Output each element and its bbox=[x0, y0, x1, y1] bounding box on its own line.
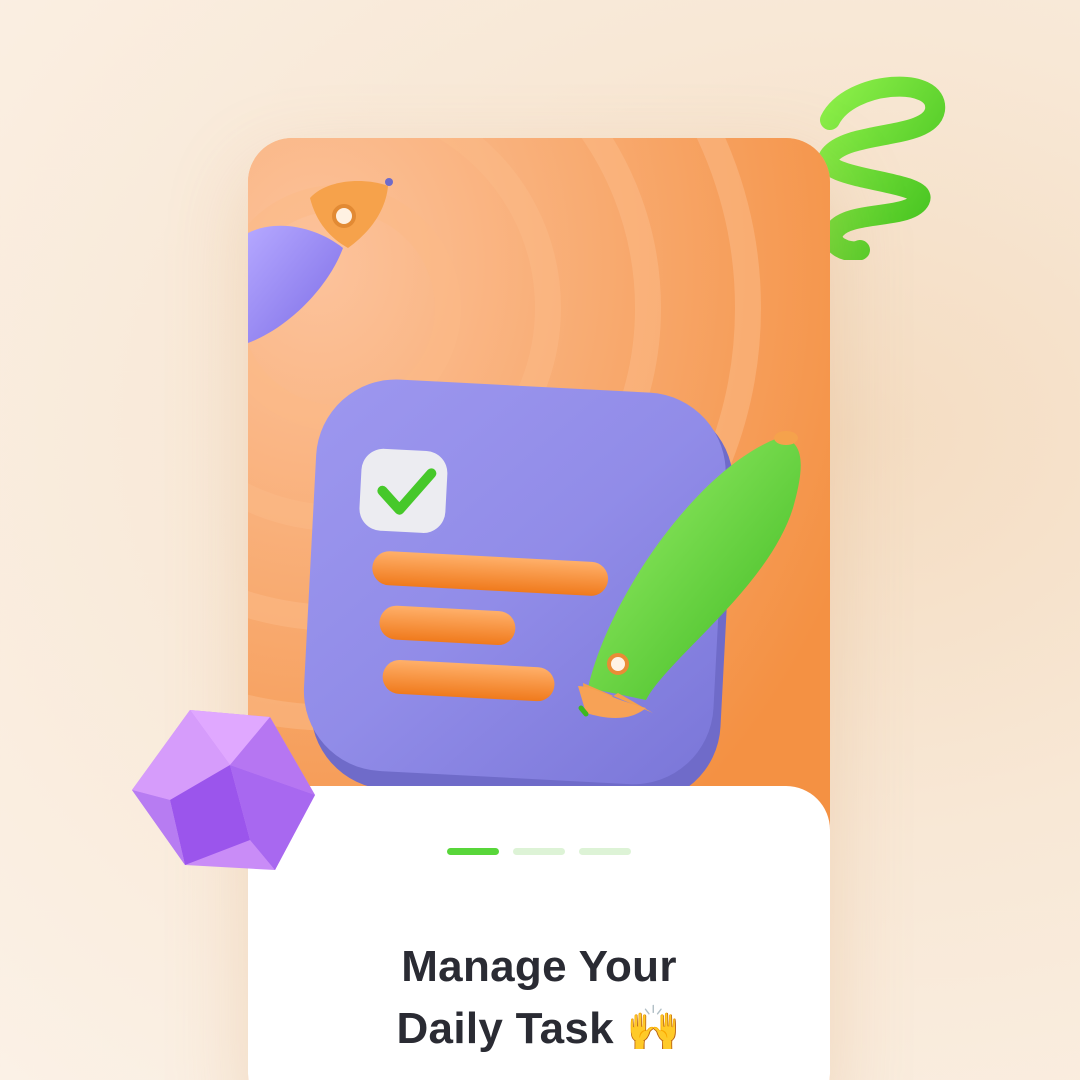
page-indicator-dot-active[interactable] bbox=[447, 848, 499, 855]
purple-gem-icon bbox=[132, 710, 315, 870]
page-indicator[interactable] bbox=[248, 848, 830, 855]
hero-illustration bbox=[248, 138, 830, 838]
title-line-1: Manage Your bbox=[401, 942, 677, 991]
page-indicator-dot[interactable] bbox=[513, 848, 565, 855]
onboarding-title: Manage Your Daily Task 🙌 bbox=[248, 936, 830, 1060]
title-line-2: Daily Task 🙌 bbox=[396, 1004, 682, 1053]
page-indicator-dot[interactable] bbox=[579, 848, 631, 855]
phone-frame: Manage Your Daily Task 🙌 bbox=[248, 138, 830, 1080]
onboarding-screen: Manage Your Daily Task 🙌 bbox=[0, 0, 1080, 1080]
bottom-sheet: Manage Your Daily Task 🙌 bbox=[248, 786, 830, 1080]
